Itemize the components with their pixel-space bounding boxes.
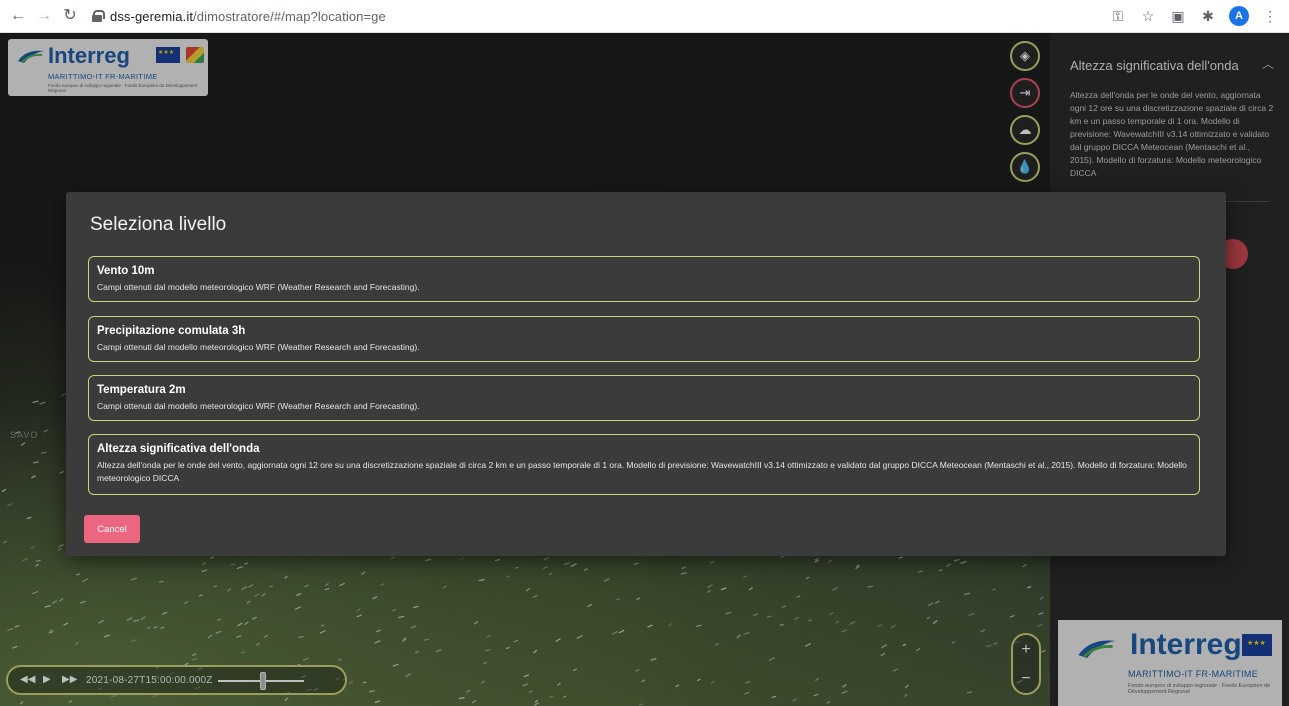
url-text[interactable]: dss-geremia.it/dimostratore/#/map?locati…	[110, 9, 386, 24]
layer-option-vento[interactable]: Vento 10m Campi ottenuti dal modello met…	[88, 256, 1200, 302]
option-title: Vento 10m	[97, 265, 155, 277]
url-host: dss-geremia.it	[110, 8, 194, 24]
option-description: Campi ottenuti dal modello meteorologico…	[97, 342, 420, 352]
star-icon[interactable]: ☆	[1139, 8, 1157, 25]
select-layer-dialog: Seleziona livello Vento 10m Campi ottenu…	[66, 192, 1226, 556]
option-description: Campi ottenuti dal modello meteorologico…	[97, 282, 420, 292]
avatar[interactable]: A	[1229, 6, 1249, 26]
lock-icon	[92, 10, 105, 22]
puzzle-icon[interactable]: ✱	[1199, 8, 1217, 25]
browser-toolbar: ← → ↻ dss-geremia.it/dimostratore/#/map?…	[0, 0, 1289, 33]
extension-icon[interactable]: ▣	[1169, 8, 1187, 25]
option-title: Altezza significativa dell'onda	[97, 443, 260, 455]
address-bar[interactable]: dss-geremia.it/dimostratore/#/map?locati…	[92, 5, 386, 27]
layer-option-temperatura[interactable]: Temperatura 2m Campi ottenuti dal modell…	[88, 375, 1200, 421]
browser-actions: ⚿ ☆ ▣ ✱ A ⋮	[1109, 5, 1279, 27]
forward-icon[interactable]: →	[34, 6, 54, 26]
layer-option-precipitazione[interactable]: Precipitazione comulata 3h Campi ottenut…	[88, 316, 1200, 362]
layer-option-altezza-onda[interactable]: Altezza significativa dell'onda Altezza …	[88, 434, 1200, 495]
option-description: Altezza dell'onda per le onde del vento,…	[97, 460, 1187, 483]
back-icon[interactable]: ←	[8, 6, 28, 26]
option-title: Temperatura 2m	[97, 384, 186, 396]
dialog-title: Seleziona livello	[90, 214, 227, 235]
option-description: Campi ottenuti dal modello meteorologico…	[97, 401, 420, 411]
reload-icon[interactable]: ↻	[60, 6, 80, 26]
menu-icon[interactable]: ⋮	[1261, 8, 1279, 25]
url-path: /dimostratore/#/map?location=ge	[193, 8, 386, 24]
key-icon[interactable]: ⚿	[1109, 8, 1127, 25]
option-title: Precipitazione comulata 3h	[97, 325, 246, 337]
cancel-button[interactable]: Cancel	[84, 515, 140, 543]
